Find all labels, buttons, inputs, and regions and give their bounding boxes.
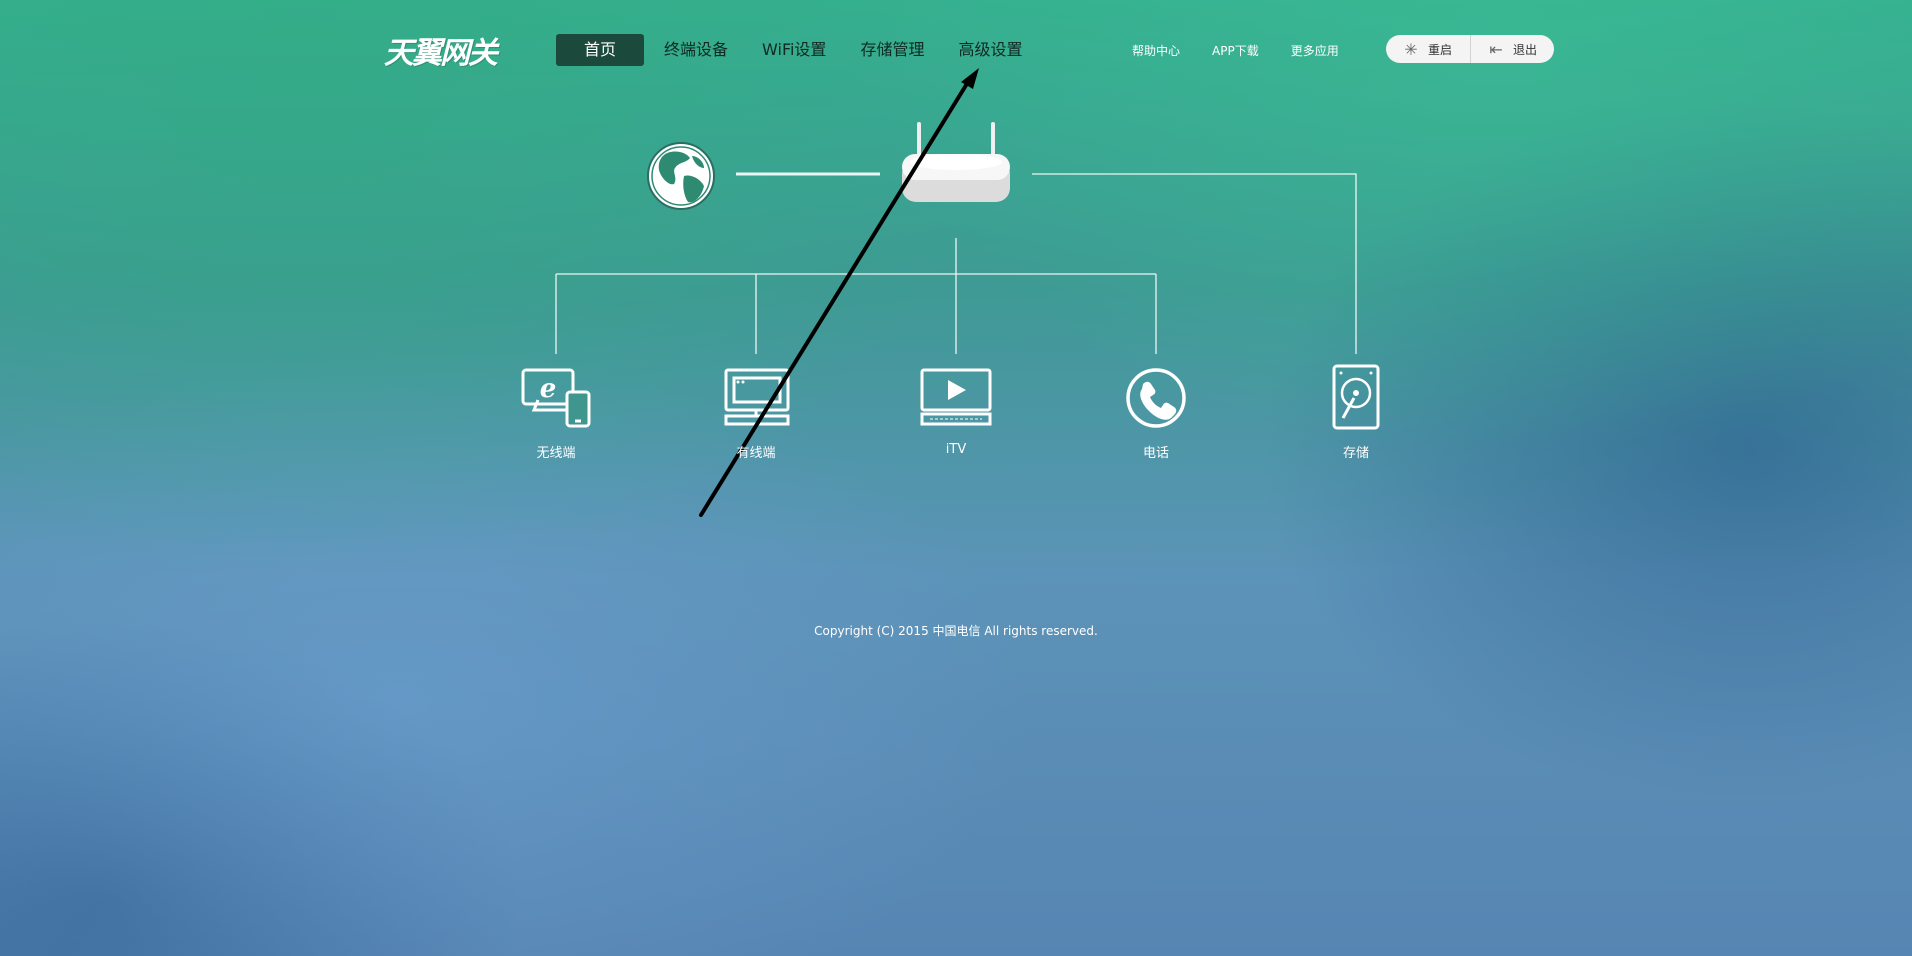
screen-dots xyxy=(736,380,745,384)
footer-copyright: Copyright (C) 2015 中国电信 All rights reser… xyxy=(814,624,1098,638)
network-diagram: e xyxy=(521,68,1380,517)
device-label-storage: 存储 xyxy=(1342,446,1369,461)
device-label-wireless: 无线端 xyxy=(536,446,576,461)
wired-computer-icon xyxy=(724,368,790,426)
device-label-phone: 电话 xyxy=(1142,446,1169,461)
device-label-itv: iTV xyxy=(945,442,967,457)
storage-icon xyxy=(1332,364,1380,430)
phone-icon xyxy=(1126,368,1186,428)
device-label-wired: 有线端 xyxy=(736,446,776,461)
globe-icon xyxy=(647,142,715,210)
ie-glyph: e xyxy=(540,374,557,404)
tv-icon xyxy=(920,368,992,426)
